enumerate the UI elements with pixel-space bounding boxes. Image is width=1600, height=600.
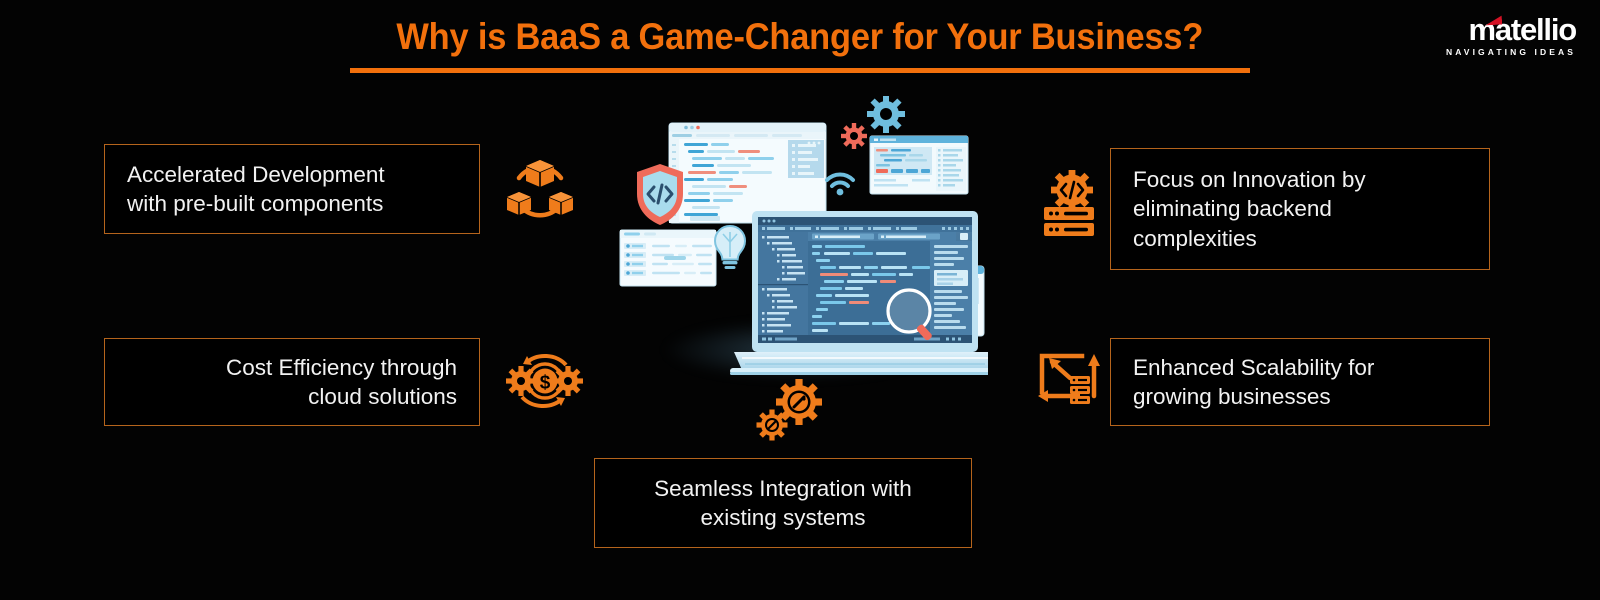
logo-tagline: NAVIGATING IDEAS — [1445, 47, 1576, 57]
floating-form-card — [619, 229, 717, 287]
scalability-icon — [1036, 344, 1102, 412]
lightbulb-icon — [713, 224, 747, 269]
backend-server-icon — [1032, 169, 1098, 244]
laptop-with-code-editor — [730, 211, 988, 375]
modular-components-icon — [502, 152, 578, 228]
coral-gear-icon — [841, 123, 867, 149]
feature-text-focus: Focus on Innovation by eliminating backen… — [1133, 167, 1366, 251]
matellio-logo: matellio NAVIGATING IDEAS — [1416, 12, 1577, 60]
feature-box-seamless[interactable]: Seamless Integration with existing system… — [594, 458, 972, 548]
feature-text-accelerated: Accelerated Development with pre-built co… — [127, 161, 385, 216]
blue-gear-icon — [867, 96, 905, 133]
infographic-canvas: Why is BaaS a Game-Changer for Your Busi… — [0, 0, 1600, 600]
feature-box-accelerated[interactable]: Accelerated Development with pre-built co… — [104, 144, 480, 234]
feature-box-focus[interactable]: Focus on Innovation by eliminating backen… — [1110, 148, 1490, 270]
wifi-icon — [825, 172, 855, 196]
feature-box-scalability[interactable]: Enhanced Scalability for growing business… — [1110, 338, 1490, 426]
feature-text-seamless: Seamless Integration with existing system… — [654, 475, 912, 530]
page-title: Why is BaaS a Game-Changer for Your Busi… — [396, 16, 1204, 57]
floating-browser-window — [869, 135, 969, 195]
developer-workstation-illustration — [612, 96, 988, 376]
feature-box-cost[interactable]: Cost Efficiency through cloud solutions — [104, 338, 480, 426]
feature-text-scalability: Enhanced Scalability for growing business… — [1133, 354, 1375, 409]
feature-text-cost: Cost Efficiency through cloud solutions — [226, 354, 457, 409]
page-title-wrap: Why is BaaS a Game-Changer for Your Busi… — [0, 16, 1600, 73]
title-underline — [350, 68, 1250, 73]
integration-gears-icon — [752, 376, 828, 444]
cost-efficiency-icon: $ — [504, 345, 584, 417]
floating-code-window — [668, 122, 827, 224]
logo-wordmark: matellio — [1468, 12, 1577, 47]
svg-text:$: $ — [540, 373, 551, 394]
